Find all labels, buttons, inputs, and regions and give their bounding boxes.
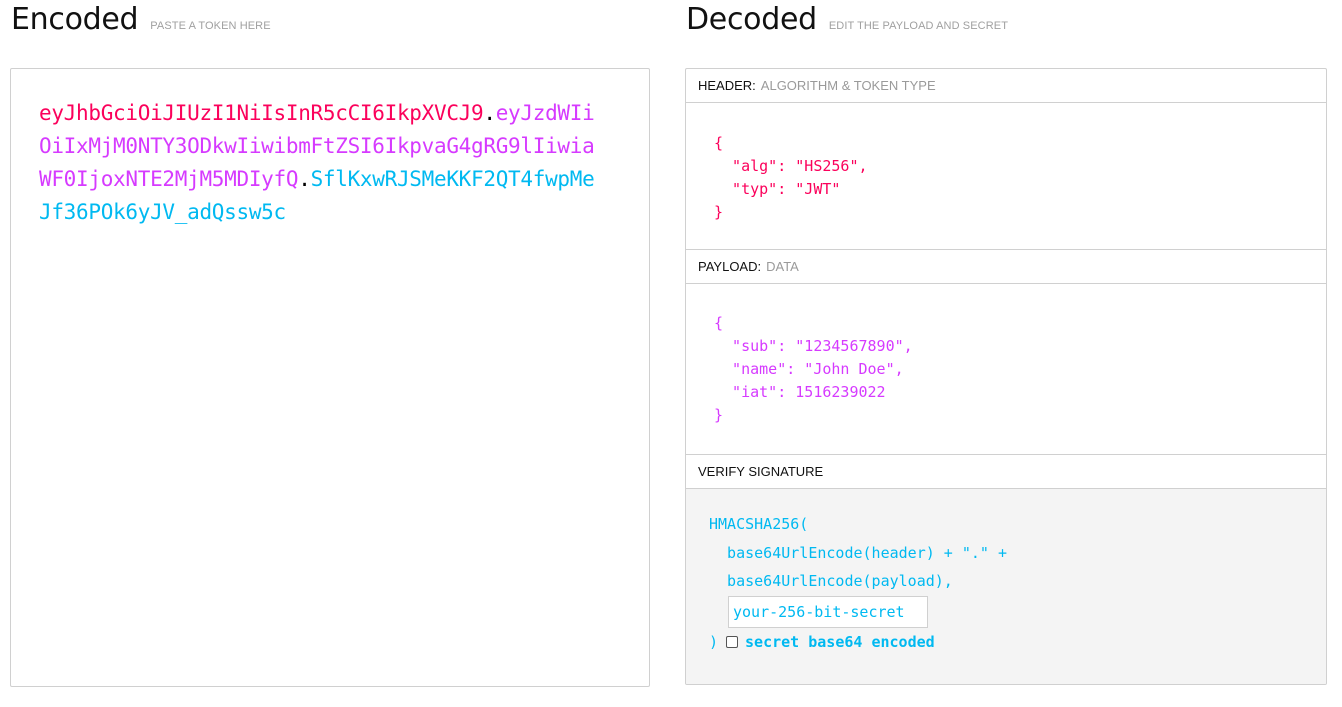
hmac-function-line: HMACSHA256( [709,515,809,533]
token-separator: . [483,101,496,125]
base64-checkbox-label[interactable]: secret base64 encoded [745,633,935,651]
header-json-text[interactable]: { "alg": "HS256", "typ": "JWT" } [714,132,868,224]
encoded-title: Encoded [11,2,139,37]
decoded-heading: Decoded EDIT THE PAYLOAD AND SECRET [686,2,1008,37]
encoded-heading: Encoded PASTE A TOKEN HERE [11,2,271,37]
header-panel-title: HEADER: ALGORITHM & TOKEN TYPE [686,69,1326,103]
token-separator: . [298,167,311,191]
token-header-part: eyJhbGciOiJIUzI1NiIsInR5cCI6IkpXVCJ9 [39,101,484,125]
base64-checkbox[interactable] [726,636,739,648]
close-paren: ) [709,633,719,651]
encode-header-line: base64UrlEncode(header) + "." + [709,544,1008,562]
jwt-debugger: Encoded PASTE A TOKEN HERE Decoded EDIT … [0,0,1342,707]
header-label: HEADER: [698,78,756,93]
payload-panel-title: PAYLOAD: DATA [686,250,1326,284]
verify-signature-body: HMACSHA256( base64UrlEncode(header) + ".… [686,489,1326,684]
encoded-token-editor[interactable]: eyJhbGciOiJIUzI1NiIsInR5cCI6IkpXVCJ9.eyJ… [10,68,650,687]
encode-payload-line: base64UrlEncode(payload), [709,572,953,590]
close-row: ) secret base64 encoded [709,633,935,651]
decoded-subtitle: EDIT THE PAYLOAD AND SECRET [828,20,1009,32]
payload-sublabel: DATA [766,259,799,274]
encoded-subtitle: PASTE A TOKEN HERE [150,20,271,32]
decoded-panel: HEADER: ALGORITHM & TOKEN TYPE { "alg": … [685,68,1327,685]
encoded-token-text[interactable]: eyJhbGciOiJIUzI1NiIsInR5cCI6IkpXVCJ9.eyJ… [39,97,599,229]
payload-label: PAYLOAD: [698,259,762,274]
payload-json-text[interactable]: { "sub": "1234567890", "name": "John Doe… [714,312,913,427]
header-sublabel: ALGORITHM & TOKEN TYPE [760,78,936,93]
verify-label: VERIFY SIGNATURE [698,464,824,479]
secret-input[interactable] [728,596,928,628]
payload-json-editor[interactable]: { "sub": "1234567890", "name": "John Doe… [686,284,1326,455]
verify-panel-title: VERIFY SIGNATURE [686,455,1326,489]
header-json-editor[interactable]: { "alg": "HS256", "typ": "JWT" } [686,103,1326,250]
decoded-title: Decoded [686,2,817,37]
